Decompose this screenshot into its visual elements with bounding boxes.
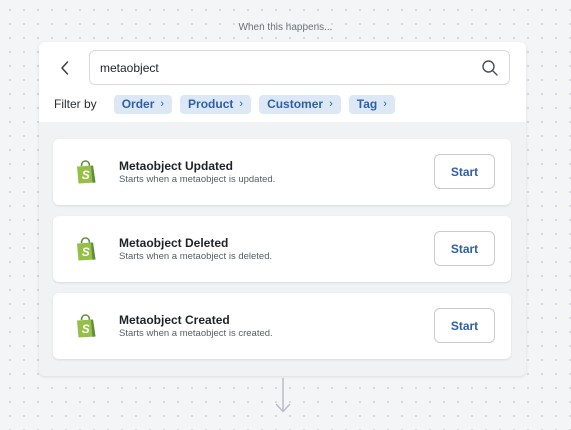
start-button[interactable]: Start bbox=[434, 154, 495, 189]
trigger-description: Starts when a metaobject is deleted. bbox=[119, 251, 273, 262]
trigger-title: Metaobject Updated bbox=[119, 159, 234, 173]
filter-chip-label: Order bbox=[121, 97, 155, 111]
shopify-bag-icon: S bbox=[77, 314, 96, 338]
svg-text:S: S bbox=[82, 245, 90, 259]
trigger-card-metaobject-created[interactable]: S Metaobject Created Starts when a metao… bbox=[53, 293, 511, 359]
filter-chip-product[interactable]: Product › bbox=[180, 94, 252, 114]
filter-chip-label: Product bbox=[188, 97, 234, 111]
trigger-card-metaobject-deleted[interactable]: S Metaobject Deleted Starts when a metao… bbox=[53, 216, 511, 282]
filter-chip-tag[interactable]: Tag › bbox=[348, 94, 395, 114]
filter-chip-customer[interactable]: Customer › bbox=[259, 94, 341, 114]
trigger-description: Starts when a metaobject is updated. bbox=[119, 174, 276, 185]
chevron-right-icon: › bbox=[239, 98, 244, 110]
start-button[interactable]: Start bbox=[434, 231, 495, 266]
trigger-title: Metaobject Deleted bbox=[119, 236, 229, 250]
trigger-picker-panel: Filter by Order › Product › Customer › T… bbox=[39, 42, 526, 376]
search-icon[interactable] bbox=[481, 59, 499, 77]
back-button[interactable] bbox=[55, 58, 75, 78]
panel-header: Filter by Order › Product › Customer › T… bbox=[39, 42, 526, 122]
search-box bbox=[89, 50, 510, 85]
trigger-description: Starts when a metaobject is created. bbox=[119, 328, 273, 339]
chevron-left-icon bbox=[61, 61, 69, 75]
start-button[interactable]: Start bbox=[434, 308, 495, 343]
trigger-card-metaobject-updated[interactable]: S Metaobject Updated Starts when a metao… bbox=[53, 139, 511, 205]
filter-row: Filter by Order › Product › Customer › T… bbox=[54, 94, 403, 114]
trigger-caption: When this happens... bbox=[238, 22, 333, 33]
filter-chip-label: Customer bbox=[267, 97, 324, 111]
trigger-title: Metaobject Created bbox=[119, 313, 230, 327]
search-input[interactable] bbox=[100, 51, 470, 84]
svg-text:S: S bbox=[82, 322, 90, 336]
chevron-right-icon: › bbox=[329, 98, 333, 110]
filter-chip-order[interactable]: Order › bbox=[113, 94, 173, 114]
arrow-down-icon bbox=[275, 378, 291, 413]
shopify-bag-icon: S bbox=[77, 237, 96, 261]
filter-label: Filter by bbox=[54, 97, 97, 111]
filter-chip-label: Tag bbox=[356, 97, 378, 111]
shopify-bag-icon: S bbox=[77, 160, 96, 184]
svg-text:S: S bbox=[82, 168, 90, 182]
chevron-right-icon: › bbox=[160, 98, 165, 110]
chevron-right-icon: › bbox=[383, 98, 387, 110]
